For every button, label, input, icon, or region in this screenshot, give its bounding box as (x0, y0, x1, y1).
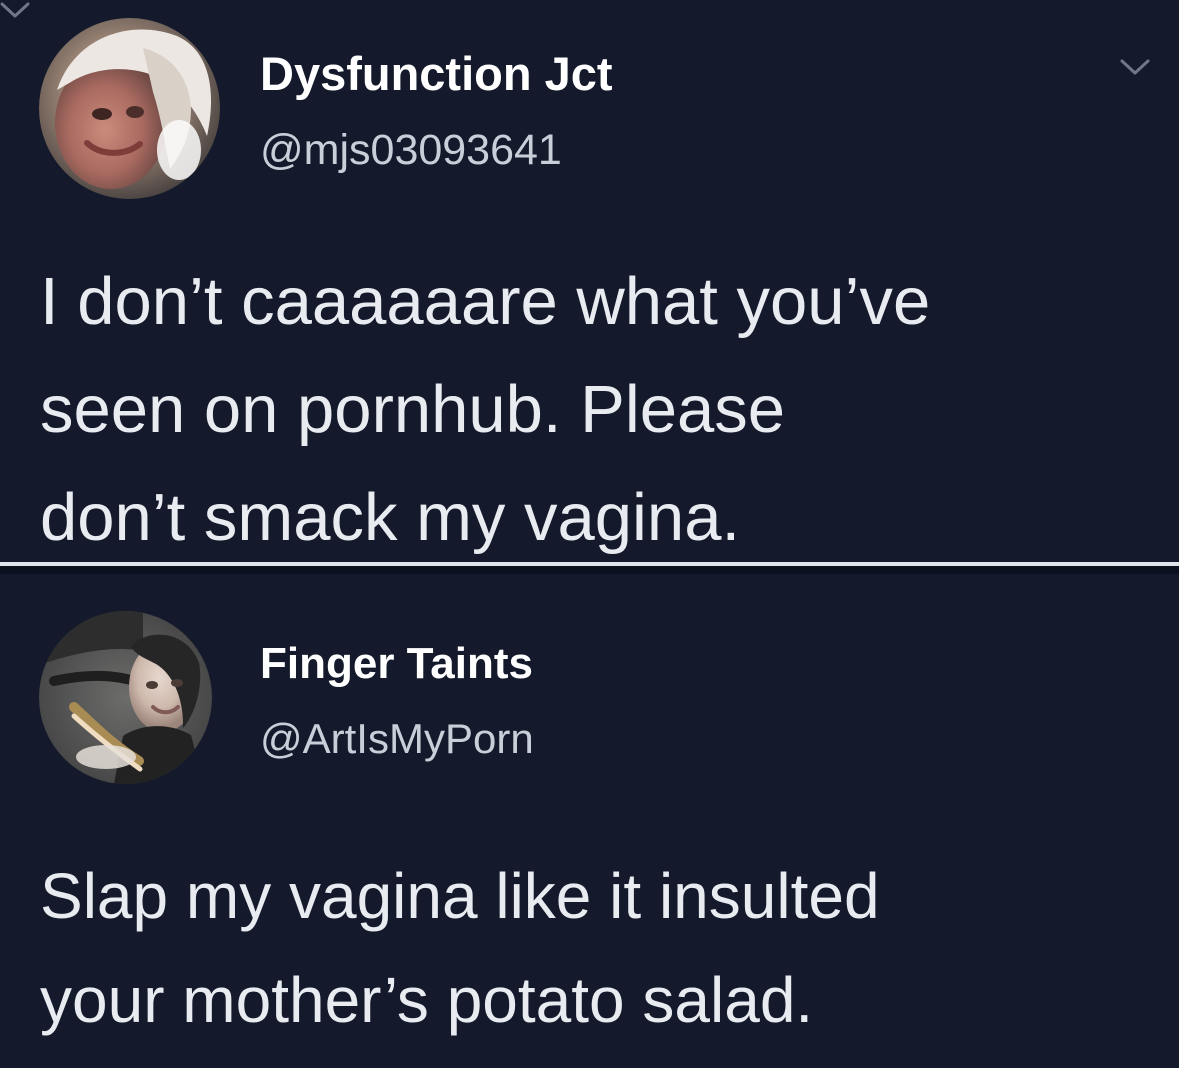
tweet-text: Slap my vagina like it insulted your mot… (40, 844, 880, 1052)
tweet-text: I don’t caaaaaare what you’ve seen on po… (40, 248, 930, 572)
display-name[interactable]: Finger Taints (260, 636, 533, 692)
tweet-text-line: don’t smack my vagina. (40, 480, 741, 555)
screen: Dysfunction Jct @mjs03093641 I don’t caa… (0, 0, 1179, 1068)
tweet-card-1[interactable]: Dysfunction Jct @mjs03093641 I don’t caa… (0, 0, 1179, 562)
tweet-text-line: seen on pornhub. Please (40, 372, 786, 447)
tweet-text-line: your mother’s potato salad. (40, 964, 814, 1036)
display-name[interactable]: Dysfunction Jct (260, 45, 613, 103)
handle[interactable]: @ArtIsMyPorn (260, 712, 534, 766)
tweet-divider (0, 562, 1179, 574)
tweet-text-line: Slap my vagina like it insulted (40, 860, 880, 932)
tweet-card-2[interactable]: Finger Taints @ArtIsMyPorn Slap my vagin… (0, 574, 1179, 1068)
handle[interactable]: @mjs03093641 (260, 123, 562, 177)
chevron-down-icon[interactable] (1120, 57, 1150, 77)
tweet-text-line: I don’t caaaaaare what you’ve (40, 264, 931, 339)
avatar-finger-taints[interactable] (39, 611, 212, 784)
avatar-dysfunction-jct[interactable] (39, 18, 220, 199)
chevron-down-icon[interactable] (0, 0, 30, 20)
